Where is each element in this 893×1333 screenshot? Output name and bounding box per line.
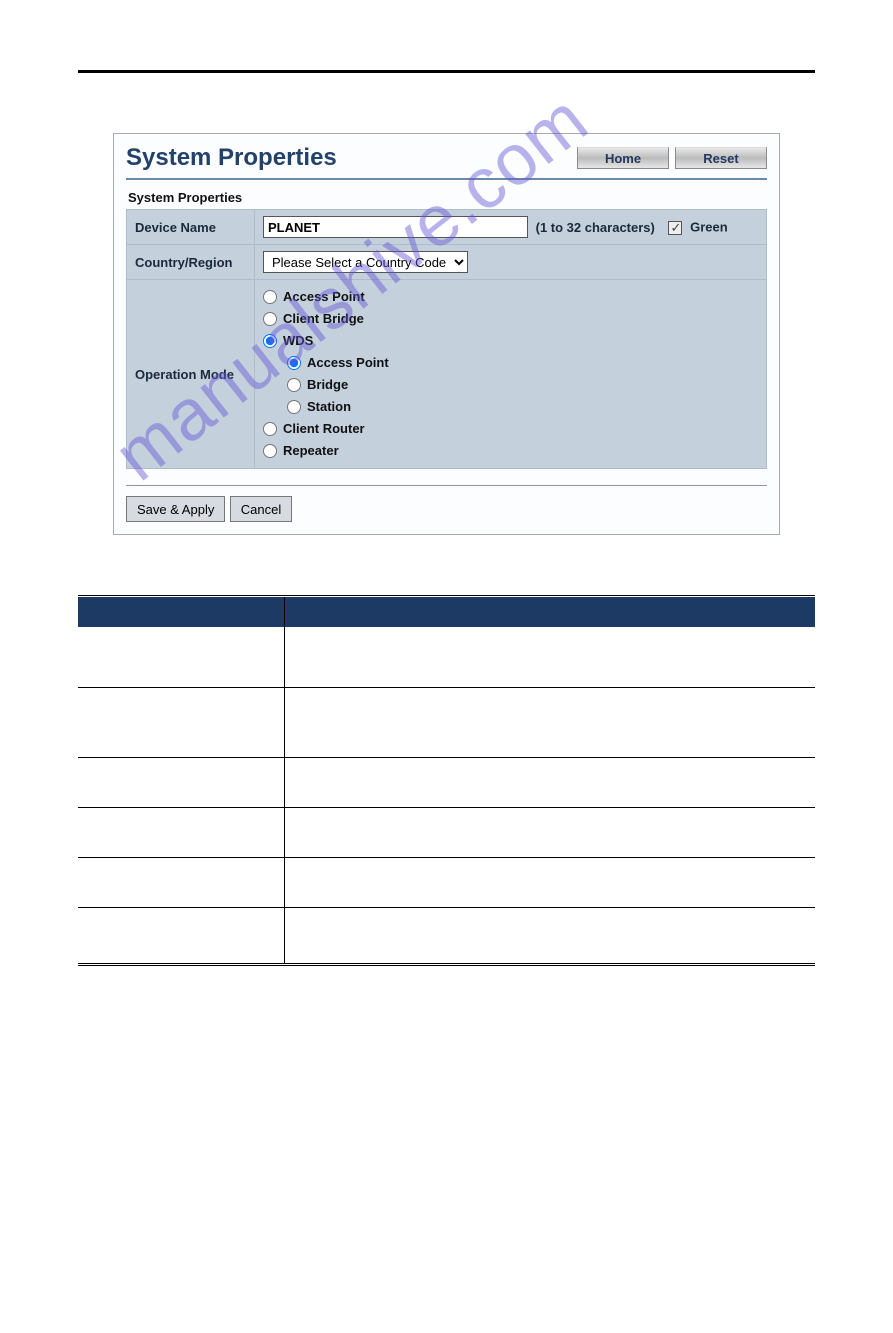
device-name-hint: (1 to 32 characters) [536,220,655,235]
country-select[interactable]: Please Select a Country Code [263,251,468,273]
panel-title: System Properties [126,144,571,172]
radio-wds-station-label: Station [307,396,351,418]
description-section [78,595,815,966]
table-row [78,807,815,857]
radio-client-router-label: Client Router [283,418,365,440]
save-apply-button[interactable]: Save & Apply [126,496,225,522]
desc-cell-description [284,687,815,757]
radio-client-bridge[interactable] [263,312,277,326]
op-mode-access-point[interactable]: Access Point [263,286,758,308]
operation-mode-label: Operation Mode [127,280,255,469]
op-mode-client-bridge[interactable]: Client Bridge [263,308,758,330]
home-button[interactable]: Home [577,147,669,169]
country-row: Country/Region Please Select a Country C… [127,245,767,280]
device-name-label: Device Name [127,210,255,245]
device-name-input[interactable] [263,216,528,238]
radio-repeater-label: Repeater [283,440,339,462]
radio-wds-access-point-label: Access Point [307,352,389,374]
description-header-row [78,597,815,627]
radio-wds[interactable] [263,334,277,348]
description-header-object [78,597,284,627]
desc-cell-description [284,757,815,807]
radio-wds-station[interactable] [287,400,301,414]
properties-table: Device Name (1 to 32 characters) Green C… [126,209,767,469]
description-table [78,597,815,963]
desc-cell-object [78,857,284,907]
radio-wds-access-point[interactable] [287,356,301,370]
radio-wds-bridge[interactable] [287,378,301,392]
desc-cell-description [284,807,815,857]
desc-cell-object [78,807,284,857]
op-mode-client-router[interactable]: Client Router [263,418,758,440]
op-mode-wds-ap[interactable]: Access Point [287,352,758,374]
panel-header: System Properties Home Reset [126,144,767,180]
device-name-row: Device Name (1 to 32 characters) Green [127,210,767,245]
radio-repeater[interactable] [263,444,277,458]
desc-cell-object [78,687,284,757]
description-header-desc [284,597,815,627]
radio-access-point-label: Access Point [283,286,365,308]
table-row [78,857,815,907]
desc-cell-object [78,627,284,687]
radio-access-point[interactable] [263,290,277,304]
panel-divider [126,485,767,486]
operation-mode-row: Operation Mode Access Point Client Bridg… [127,280,767,469]
table-row [78,687,815,757]
section-label: System Properties [128,190,767,205]
desc-cell-description [284,627,815,687]
system-properties-panel: System Properties Home Reset System Prop… [113,133,780,535]
reset-button[interactable]: Reset [675,147,767,169]
radio-wds-label: WDS [283,330,313,352]
radio-client-router[interactable] [263,422,277,436]
desc-cell-object [78,757,284,807]
green-checkbox[interactable] [668,221,682,235]
table-row [78,757,815,807]
op-mode-wds-bridge[interactable]: Bridge [287,374,758,396]
top-horizontal-rule [78,70,815,73]
table-row [78,907,815,963]
op-mode-wds[interactable]: WDS [263,330,758,352]
radio-wds-bridge-label: Bridge [307,374,348,396]
op-mode-wds-station[interactable]: Station [287,396,758,418]
desc-cell-description [284,907,815,963]
desc-cell-description [284,857,815,907]
desc-cell-object [78,907,284,963]
op-mode-repeater[interactable]: Repeater [263,440,758,462]
table-row [78,627,815,687]
cancel-button[interactable]: Cancel [230,496,292,522]
green-label: Green [690,220,728,235]
country-label: Country/Region [127,245,255,280]
radio-client-bridge-label: Client Bridge [283,308,364,330]
